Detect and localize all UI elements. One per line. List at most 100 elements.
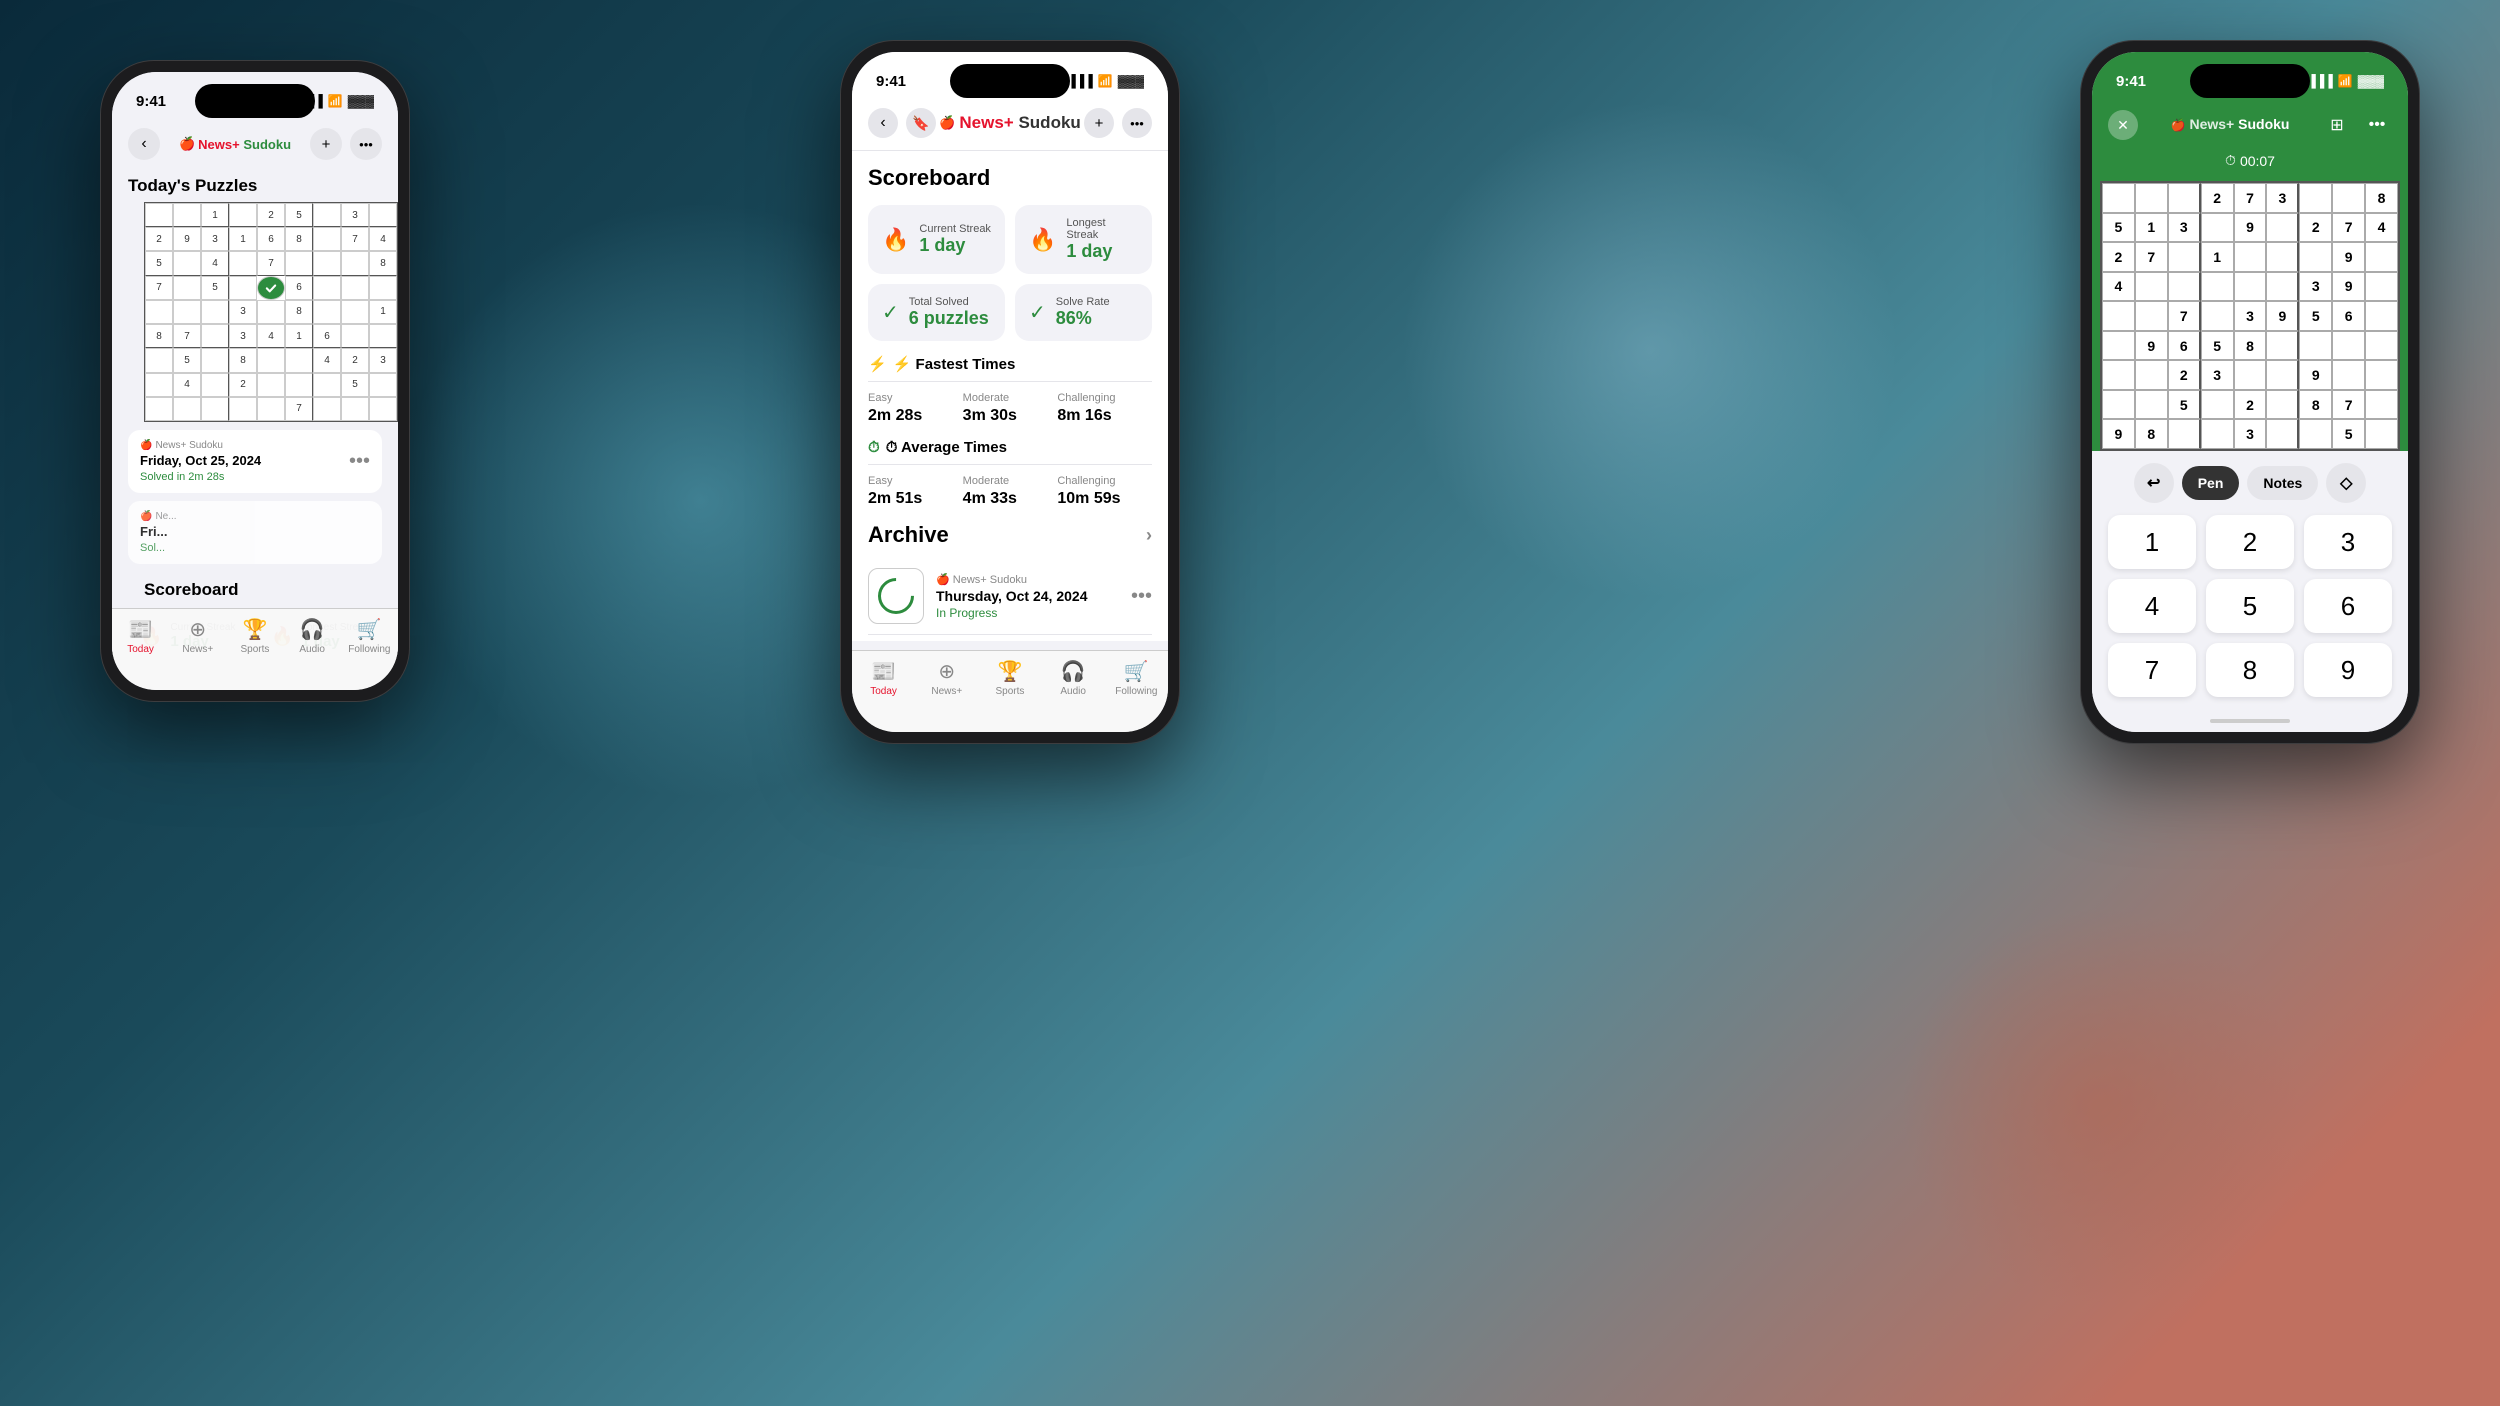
p3-cell-6-7[interactable] <box>2332 360 2365 390</box>
p3-cell-1-4[interactable]: 9 <box>2234 213 2267 243</box>
p3-cell-4-5[interactable]: 9 <box>2266 301 2299 331</box>
p3-cell-0-3[interactable]: 2 <box>2201 183 2234 213</box>
p3-cell-8-5[interactable] <box>2266 419 2299 449</box>
p3-cell-1-0[interactable]: 5 <box>2102 213 2135 243</box>
p3-cell-1-8[interactable]: 4 <box>2365 213 2398 243</box>
p3-cell-3-8[interactable] <box>2365 272 2398 302</box>
p3-cell-1-6[interactable]: 2 <box>2299 213 2332 243</box>
phone1-tab-newsplus[interactable]: ⊕ News+ <box>176 617 220 655</box>
p3-cell-1-1[interactable]: 1 <box>2135 213 2168 243</box>
phone3-undo-button[interactable]: ↩ <box>2134 463 2174 503</box>
p3-cell-7-1[interactable] <box>2135 390 2168 420</box>
p3-cell-1-2[interactable]: 3 <box>2168 213 2201 243</box>
p3-cell-2-5[interactable] <box>2266 242 2299 272</box>
phone2-bookmark-button[interactable]: 🔖 <box>906 108 936 138</box>
p3-cell-0-8[interactable]: 8 <box>2365 183 2398 213</box>
p3-cell-0-1[interactable] <box>2135 183 2168 213</box>
phone1-back-button[interactable]: ‹ <box>128 128 160 160</box>
p3-cell-5-0[interactable] <box>2102 331 2135 361</box>
p3-cell-0-7[interactable] <box>2332 183 2365 213</box>
p3-cell-4-8[interactable] <box>2365 301 2398 331</box>
p3-cell-3-0[interactable]: 4 <box>2102 272 2135 302</box>
phone2-tab-sports[interactable]: 🏆 Sports <box>988 659 1032 697</box>
p3-cell-7-5[interactable] <box>2266 390 2299 420</box>
phone1-puzzle-card-2[interactable]: 🍎 Ne... Fri... Sol... <box>128 501 382 564</box>
p3-cell-5-4[interactable]: 8 <box>2234 331 2267 361</box>
p3-cell-6-1[interactable] <box>2135 360 2168 390</box>
p3-cell-0-2[interactable] <box>2168 183 2201 213</box>
p3-cell-4-1[interactable] <box>2135 301 2168 331</box>
p3-cell-6-8[interactable] <box>2365 360 2398 390</box>
phone1-puzzle-card-1[interactable]: 🍎 News+ Sudoku Friday, Oct 25, 2024 Solv… <box>128 430 382 493</box>
p3-cell-2-6[interactable] <box>2299 242 2332 272</box>
p3-cell-3-3[interactable] <box>2201 272 2234 302</box>
p3-cell-3-2[interactable] <box>2168 272 2201 302</box>
p3-cell-3-1[interactable] <box>2135 272 2168 302</box>
p3-cell-5-2[interactable]: 6 <box>2168 331 2201 361</box>
p3-cell-4-4[interactable]: 3 <box>2234 301 2267 331</box>
phone3-num-8[interactable]: 8 <box>2206 643 2294 697</box>
p3-cell-4-2[interactable]: 7 <box>2168 301 2201 331</box>
p3-cell-0-4[interactable]: 7 <box>2234 183 2267 213</box>
p3-cell-6-5[interactable] <box>2266 360 2299 390</box>
p3-cell-7-4[interactable]: 2 <box>2234 390 2267 420</box>
p3-cell-2-4[interactable] <box>2234 242 2267 272</box>
p3-cell-5-3[interactable]: 5 <box>2201 331 2234 361</box>
p3-cell-2-7[interactable]: 9 <box>2332 242 2365 272</box>
p3-cell-0-6[interactable] <box>2299 183 2332 213</box>
phone3-num-9[interactable]: 9 <box>2304 643 2392 697</box>
p3-cell-4-6[interactable]: 5 <box>2299 301 2332 331</box>
p3-cell-7-7[interactable]: 7 <box>2332 390 2365 420</box>
p3-cell-4-0[interactable] <box>2102 301 2135 331</box>
phone2-tab-following[interactable]: 🛒 Following <box>1114 659 1158 697</box>
p3-cell-8-0[interactable]: 9 <box>2102 419 2135 449</box>
phone1-more-button[interactable]: ••• <box>350 128 382 160</box>
phone3-close-button[interactable]: ✕ <box>2108 110 2138 140</box>
p3-cell-1-5[interactable] <box>2266 213 2299 243</box>
p3-cell-8-1[interactable]: 8 <box>2135 419 2168 449</box>
phone1-tab-following[interactable]: 🛒 Following <box>347 617 391 655</box>
p3-cell-3-5[interactable] <box>2266 272 2299 302</box>
phone3-num-5[interactable]: 5 <box>2206 579 2294 633</box>
phone1-tab-today[interactable]: 📰 Today <box>119 617 163 655</box>
p3-cell-6-2[interactable]: 2 <box>2168 360 2201 390</box>
phone3-num-3[interactable]: 3 <box>2304 515 2392 569</box>
p3-cell-5-5[interactable] <box>2266 331 2299 361</box>
p3-cell-6-0[interactable] <box>2102 360 2135 390</box>
p3-cell-2-1[interactable]: 7 <box>2135 242 2168 272</box>
phone1-puzzle-more-1[interactable]: ••• <box>349 450 370 473</box>
archive-chevron-icon[interactable]: › <box>1146 525 1152 546</box>
p3-cell-2-3[interactable]: 1 <box>2201 242 2234 272</box>
phone3-num-2[interactable]: 2 <box>2206 515 2294 569</box>
p3-cell-8-3[interactable] <box>2201 419 2234 449</box>
p3-cell-6-6[interactable]: 9 <box>2299 360 2332 390</box>
phone1-tab-audio[interactable]: 🎧 Audio <box>290 617 334 655</box>
p3-cell-2-0[interactable]: 2 <box>2102 242 2135 272</box>
p3-cell-7-6[interactable]: 8 <box>2299 390 2332 420</box>
p3-cell-7-3[interactable] <box>2201 390 2234 420</box>
p3-cell-8-4[interactable]: 3 <box>2234 419 2267 449</box>
p3-cell-1-7[interactable]: 7 <box>2332 213 2365 243</box>
p3-cell-8-8[interactable] <box>2365 419 2398 449</box>
p3-cell-8-2[interactable] <box>2168 419 2201 449</box>
phone1-add-button[interactable]: + <box>310 128 342 160</box>
phone2-tab-today[interactable]: 📰 Today <box>862 659 906 697</box>
p3-cell-4-3[interactable] <box>2201 301 2234 331</box>
p3-cell-4-7[interactable]: 6 <box>2332 301 2365 331</box>
phone3-num-4[interactable]: 4 <box>2108 579 2196 633</box>
phone3-grid-button[interactable]: ⊞ <box>2322 110 2352 140</box>
phone3-num-6[interactable]: 6 <box>2304 579 2392 633</box>
phone2-tab-audio[interactable]: 🎧 Audio <box>1051 659 1095 697</box>
phone3-pen-button[interactable]: Pen <box>2182 466 2240 500</box>
phone2-archive-item-2[interactable]: 2 🍎 News+ Sudoku Thursday, Oct 24, 2024 … <box>868 635 1152 641</box>
p3-cell-5-1[interactable]: 9 <box>2135 331 2168 361</box>
phone2-archive-item-1[interactable]: 🍎 News+ Sudoku Thursday, Oct 24, 2024 In… <box>868 558 1152 635</box>
p3-cell-1-3[interactable] <box>2201 213 2234 243</box>
p3-cell-3-6[interactable]: 3 <box>2299 272 2332 302</box>
phone3-notes-button[interactable]: Notes <box>2247 466 2318 500</box>
phone3-more-button[interactable]: ••• <box>2362 110 2392 140</box>
phone2-archive-more-1[interactable]: ••• <box>1131 585 1152 608</box>
phone3-num-1[interactable]: 1 <box>2108 515 2196 569</box>
p3-cell-7-0[interactable] <box>2102 390 2135 420</box>
p3-cell-8-7[interactable]: 5 <box>2332 419 2365 449</box>
